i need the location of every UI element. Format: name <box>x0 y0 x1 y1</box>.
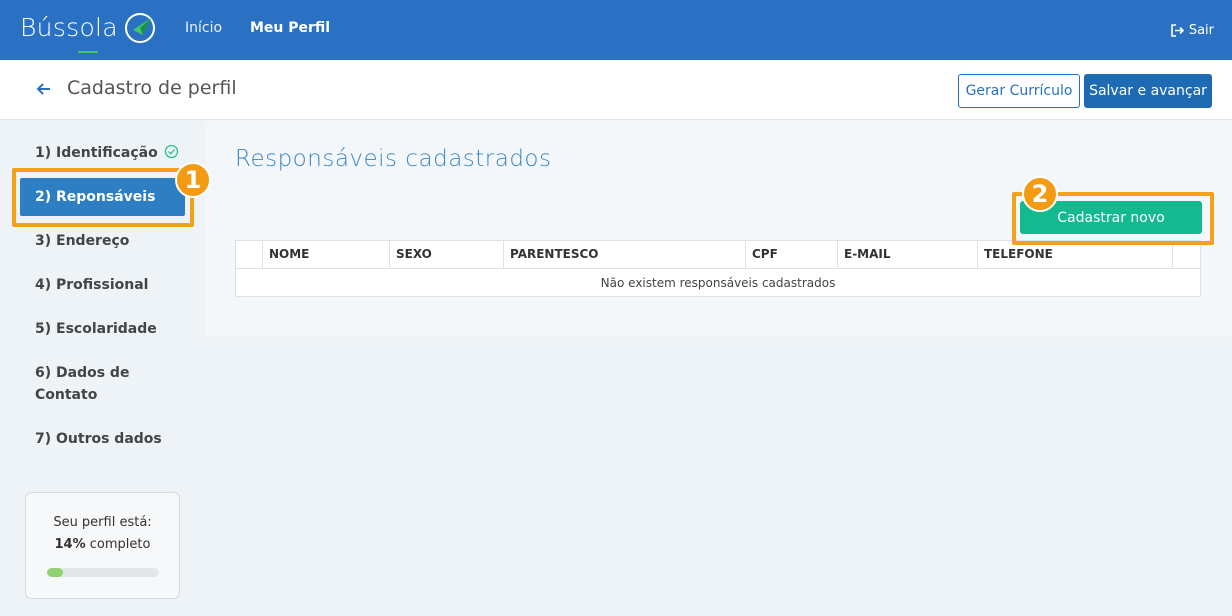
nav-meu-perfil[interactable]: Meu Perfil <box>250 20 330 36</box>
check-circle-icon <box>164 144 178 159</box>
logout-link[interactable]: Sair <box>1170 23 1214 38</box>
column-nome[interactable]: NOME <box>263 241 390 268</box>
column-parentesco[interactable]: PARENTESCO <box>504 241 746 268</box>
section-title: Responsáveis cadastrados <box>235 146 552 172</box>
sidebar-item-profissional[interactable]: 4) Profissional <box>35 274 148 296</box>
column-telefone[interactable]: TELEFONE <box>978 241 1173 268</box>
sidebar-item-outros-dados[interactable]: 7) Outros dados <box>35 428 162 450</box>
top-navbar: Bússola Início Meu Perfil Sair <box>0 0 1232 60</box>
column-email[interactable]: E-MAIL <box>838 241 978 268</box>
sidebar-item-endereco[interactable]: 3) Endereço <box>35 230 129 252</box>
sidebar-item-identificacao[interactable]: 1) Identificação <box>35 142 179 164</box>
save-and-next-button[interactable]: Salvar e avançar <box>1084 74 1212 108</box>
logout-label: Sair <box>1188 23 1214 38</box>
responsaveis-table: NOME SEXO PARENTESCO CPF E-MAIL TELEFONE… <box>235 240 1201 297</box>
progress-percent: 14% <box>54 537 86 552</box>
progress-fill <box>47 568 63 577</box>
progress-bar <box>47 568 159 577</box>
logout-icon <box>1171 24 1184 37</box>
callout-2-badge: 2 <box>1022 176 1058 212</box>
sidebar-item-escolaridade[interactable]: 5) Escolaridade <box>35 318 157 340</box>
callout-1-highlight <box>12 168 194 227</box>
nav-inicio[interactable]: Início <box>185 20 222 36</box>
compass-icon <box>125 13 155 43</box>
progress-suffix: completo <box>89 537 151 552</box>
page-header: Cadastro de perfil Gerar Currículo Salva… <box>0 60 1232 120</box>
generate-resume-button[interactable]: Gerar Currículo <box>958 74 1080 108</box>
logo-underline <box>78 51 98 53</box>
profile-progress-card: Seu perfil está: 14% completo <box>25 492 180 599</box>
progress-text: 14% completo <box>26 534 179 556</box>
progress-label: Seu perfil está: <box>53 515 152 530</box>
page-title: Cadastro de perfil <box>67 77 237 99</box>
callout-1-badge: 1 <box>175 162 211 198</box>
app-logo[interactable]: Bússola <box>20 13 118 42</box>
table-header-spacer <box>236 241 263 268</box>
table-header: NOME SEXO PARENTESCO CPF E-MAIL TELEFONE <box>236 241 1200 269</box>
sidebar-item-label: 1) Identificação <box>35 145 158 161</box>
back-arrow-icon[interactable] <box>36 81 52 97</box>
column-cpf[interactable]: CPF <box>746 241 838 268</box>
table-empty-message: Não existem responsáveis cadastrados <box>600 276 836 290</box>
sidebar-item-dados-contato[interactable]: 6) Dados de Contato <box>35 362 155 406</box>
column-sexo[interactable]: SEXO <box>390 241 504 268</box>
